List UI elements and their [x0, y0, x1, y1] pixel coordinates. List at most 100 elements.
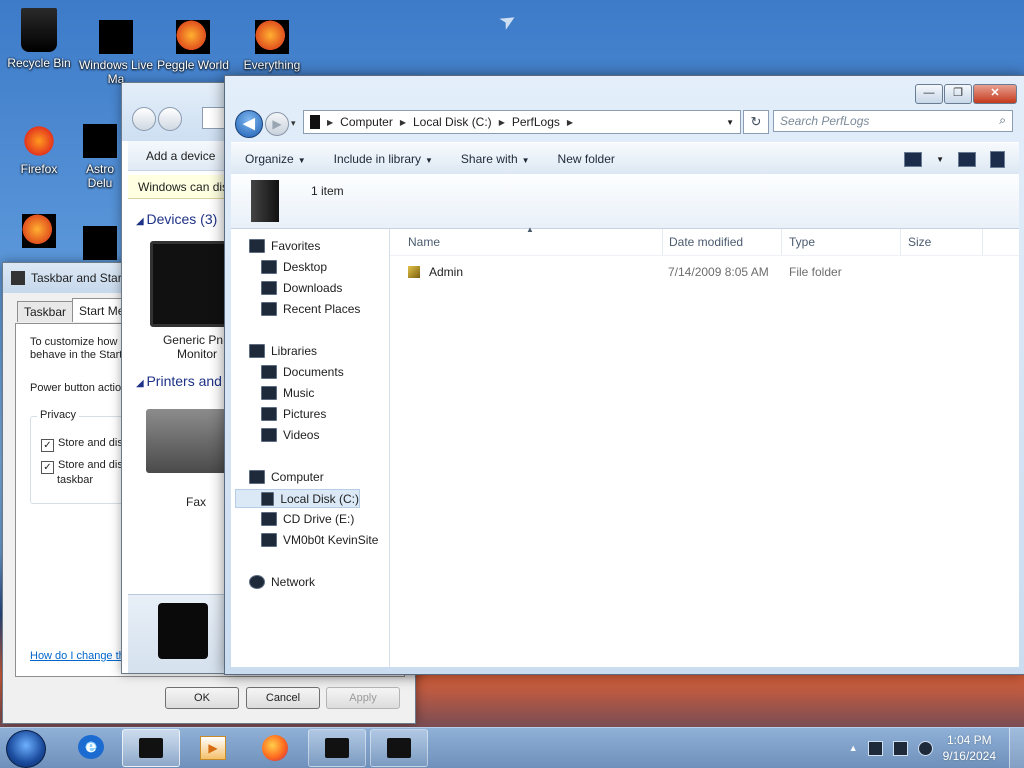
nav-cd-drive[interactable]: CD Drive (E:)	[261, 512, 354, 526]
apply-button[interactable]: Apply	[326, 687, 400, 709]
desktop-icon-peggle[interactable]: Peggle World	[155, 20, 231, 72]
checkbox[interactable]: ✓	[41, 439, 54, 452]
privacy-option-2[interactable]: ✓ Store and disp taskbar	[41, 459, 129, 487]
printers-header[interactable]: ◢ Printers and	[136, 373, 222, 389]
breadcrumb-computer[interactable]: Computer	[340, 115, 393, 129]
column-date-modified[interactable]: Date modified	[669, 235, 743, 249]
nav-recent-places[interactable]: Recent Places	[261, 302, 360, 316]
column-divider[interactable]	[982, 229, 983, 255]
forward-button[interactable]: ▶	[265, 112, 289, 136]
network-icon[interactable]	[892, 740, 908, 756]
column-type[interactable]: Type	[789, 235, 815, 249]
include-in-library-menu[interactable]: Include in library ▼	[320, 152, 447, 166]
organize-menu[interactable]: Organize ▼	[231, 152, 320, 166]
breadcrumb-separator[interactable]: ▶	[499, 118, 505, 127]
nav-network-share[interactable]: VM0b0t KevinSite	[261, 533, 378, 547]
taskbar-icon	[11, 271, 25, 285]
view-dropdown-icon[interactable]: ▼	[936, 155, 944, 164]
search-input[interactable]: Search PerfLogs ⌕	[773, 110, 1013, 132]
nav-computer[interactable]: Computer	[249, 470, 324, 484]
devices-header-label: Devices (3)	[146, 211, 218, 227]
folder-large-icon	[251, 180, 279, 222]
column-divider[interactable]	[781, 229, 782, 255]
nav-downloads[interactable]: Downloads	[261, 281, 342, 295]
desktop-icon-everything[interactable]: Everything	[234, 20, 310, 72]
nav-label: Music	[283, 386, 315, 400]
add-device-button[interactable]: Add a device	[146, 149, 215, 163]
row-name: Admin	[429, 265, 464, 279]
change-view-icon[interactable]	[904, 151, 923, 167]
network-globe-icon	[249, 575, 265, 589]
nav-network[interactable]: Network	[249, 575, 315, 589]
forward-button[interactable]	[158, 107, 182, 131]
taskbar-firefox[interactable]	[246, 729, 302, 765]
column-divider[interactable]	[900, 229, 901, 255]
nav-label: VM0b0t KevinSite	[283, 533, 379, 547]
nav-libraries[interactable]: Libraries	[249, 344, 317, 358]
taskbar-devices[interactable]	[308, 729, 366, 767]
desktop-icon-unknown-2[interactable]	[78, 226, 122, 264]
volume-icon[interactable]	[917, 740, 933, 756]
desktop-icon-recycle-bin[interactable]: Recycle Bin	[1, 8, 77, 70]
show-desktop-button[interactable]	[1009, 728, 1024, 768]
refresh-button[interactable]: ↻	[743, 110, 769, 134]
command-bar: Organize ▼ Include in library ▼ Share with…	[231, 142, 1019, 176]
taskbar-media-player[interactable]: ▶	[184, 729, 240, 765]
desktop-icon-firefox[interactable]: Firefox	[1, 124, 77, 176]
breadcrumb-local-disk[interactable]: Local Disk (C:)	[413, 115, 492, 129]
recent-pages-dropdown[interactable]: ▾	[291, 118, 296, 129]
share-with-menu[interactable]: Share with ▼	[447, 152, 544, 166]
nav-videos[interactable]: Videos	[261, 428, 319, 442]
maximize-button[interactable]: ❐	[944, 84, 972, 104]
address-bar[interactable]: ▶ Computer ▶ Local Disk (C:) ▶ PerfLogs …	[303, 110, 741, 134]
breadcrumb-separator[interactable]: ▶	[567, 118, 573, 127]
close-button[interactable]: ✕	[973, 84, 1017, 104]
table-row[interactable]: Admin 7/14/2009 8:05 AM File folder	[390, 261, 1019, 283]
breadcrumb-perflogs[interactable]: PerfLogs	[512, 115, 560, 129]
privacy-option-2-label-2: taskbar	[57, 474, 94, 486]
intro-text-line2: behave in the Start	[30, 349, 123, 361]
nav-label: Desktop	[283, 260, 328, 274]
fax-printer-icon[interactable]	[146, 409, 230, 473]
desktop-icon-windows-live[interactable]: Windows Live Ma	[78, 20, 154, 86]
new-folder-button[interactable]: New folder	[544, 152, 629, 166]
desktop-icon-astro[interactable]: Astro Delu	[78, 124, 122, 190]
start-button[interactable]	[6, 730, 46, 768]
collapse-icon: ◢	[136, 216, 147, 227]
nav-label: Favorites	[271, 239, 321, 253]
nav-documents[interactable]: Documents	[261, 365, 344, 379]
breadcrumb-separator[interactable]: ▶	[400, 118, 406, 127]
nav-desktop[interactable]: Desktop	[261, 260, 327, 274]
ok-button[interactable]: OK	[165, 687, 239, 709]
desktop-icon-label: Peggle World	[157, 58, 229, 72]
column-divider[interactable]	[662, 229, 663, 255]
minimize-button[interactable]: —	[915, 84, 943, 104]
action-center-icon[interactable]	[867, 740, 883, 756]
devices-header[interactable]: ◢ Devices (3)	[136, 211, 217, 227]
clock[interactable]: 1:04 PM 9/16/2024	[943, 732, 996, 764]
back-button[interactable]	[132, 107, 156, 131]
nav-local-disk[interactable]: Local Disk (C:)	[235, 489, 360, 508]
nav-music[interactable]: Music	[261, 386, 314, 400]
desktop-icon-unknown[interactable]	[1, 214, 77, 252]
taskbar-control-panel[interactable]	[370, 729, 428, 767]
preview-pane-icon[interactable]	[958, 151, 976, 167]
help-icon[interactable]	[990, 150, 1005, 168]
privacy-option-1[interactable]: ✓ Store and disp	[41, 437, 129, 452]
back-button[interactable]: ◀	[235, 110, 263, 138]
tab-taskbar[interactable]: Taskbar	[17, 301, 74, 322]
checkbox[interactable]: ✓	[41, 461, 54, 474]
nav-pictures[interactable]: Pictures	[261, 407, 326, 421]
column-name[interactable]: Name	[408, 235, 440, 249]
column-size[interactable]: Size	[908, 235, 931, 249]
help-link[interactable]: How do I change th	[30, 650, 125, 662]
nav-favorites[interactable]: Favorites	[249, 239, 320, 253]
search-icon[interactable]: ⌕	[999, 113, 1006, 128]
breadcrumb-separator[interactable]: ▶	[327, 118, 333, 127]
taskbar-ie[interactable]: e	[63, 729, 119, 765]
address-dropdown[interactable]: ▼	[726, 118, 734, 127]
show-hidden-icons-button[interactable]: ▲	[849, 743, 858, 753]
cancel-button[interactable]: Cancel	[246, 687, 320, 709]
nav-label: Documents	[283, 365, 344, 379]
taskbar-explorer[interactable]	[122, 729, 180, 767]
